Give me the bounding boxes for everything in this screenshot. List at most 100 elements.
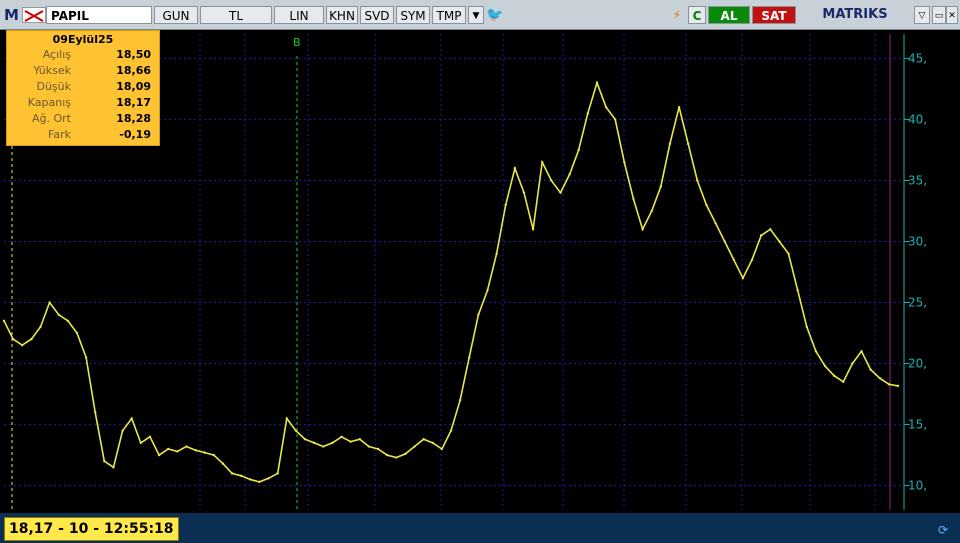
- price-point: [787, 252, 790, 255]
- price-point: [878, 376, 881, 380]
- svd-button[interactable]: SVD: [360, 6, 394, 24]
- info-label: Düşük: [36, 80, 71, 93]
- price-point: [276, 472, 279, 475]
- price-point: [550, 179, 553, 182]
- toolbar: M PAPIL GUN TL LIN KHN SVD SYM TMP ▼ 🐦 ⚡…: [0, 0, 960, 30]
- price-point: [869, 368, 872, 371]
- price-point: [431, 441, 434, 445]
- info-value: 18,50: [116, 48, 151, 61]
- price-point: [823, 364, 827, 368]
- price-point: [541, 160, 544, 164]
- price-point: [659, 185, 663, 188]
- info-row: Ağ. Ort 18,28: [7, 111, 159, 127]
- price-point: [449, 429, 453, 432]
- price-point: [66, 319, 70, 323]
- period-select[interactable]: GUN: [154, 6, 198, 24]
- info-row: Düşük 18,09: [7, 79, 159, 95]
- price-point: [714, 221, 717, 225]
- price-point: [486, 289, 489, 292]
- price-point: [267, 477, 270, 480]
- price-point: [121, 429, 124, 432]
- khn-button[interactable]: KHN: [326, 6, 358, 24]
- price-point: [595, 81, 599, 85]
- tmp-button[interactable]: TMP: [432, 6, 466, 24]
- price-point: [458, 398, 462, 402]
- price-point: [413, 445, 416, 448]
- price-point: [349, 440, 352, 443]
- price-point: [185, 445, 188, 448]
- price-point: [176, 450, 179, 453]
- scale-button[interactable]: LIN: [274, 6, 324, 24]
- price-point: [604, 106, 608, 109]
- price-point: [285, 417, 288, 420]
- price-point: [614, 118, 617, 121]
- info-date: 09Eylül25: [52, 33, 114, 46]
- price-point: [249, 478, 252, 481]
- price-point: [805, 325, 808, 329]
- price-point: [221, 462, 225, 465]
- twitter-icon[interactable]: 🐦: [486, 6, 504, 24]
- info-value: 18,66: [116, 64, 151, 77]
- info-value: -0,19: [119, 128, 151, 141]
- info-label: Kapanış: [27, 96, 71, 109]
- menu-down-icon[interactable]: ▽: [914, 6, 930, 24]
- price-point: [696, 179, 699, 182]
- currency-select[interactable]: TL: [200, 6, 272, 24]
- price-point: [230, 472, 234, 475]
- price-point: [376, 447, 380, 451]
- sym-button[interactable]: SYM: [396, 6, 430, 24]
- price-point: [750, 258, 754, 261]
- price-point: [367, 445, 371, 448]
- price-point: [84, 356, 88, 359]
- price-point: [851, 362, 854, 365]
- price-point: [385, 453, 389, 457]
- flash-icon[interactable]: ⚡: [668, 6, 686, 24]
- price-point: [30, 337, 33, 341]
- price-point: [832, 374, 836, 377]
- price-point: [358, 438, 361, 441]
- dropdown-arrow-icon[interactable]: ▼: [468, 6, 484, 24]
- c-button[interactable]: C: [688, 6, 706, 24]
- price-point: [641, 228, 644, 231]
- info-row: Açılış 18,50: [7, 47, 159, 63]
- close-icon[interactable]: ✕: [946, 6, 958, 24]
- price-point: [2, 319, 6, 323]
- price-point: [94, 411, 97, 414]
- price-point: [668, 142, 672, 146]
- flag-icon[interactable]: [22, 7, 46, 23]
- minimize-icon[interactable]: ▭: [932, 6, 946, 24]
- price-point: [130, 417, 133, 420]
- price-point: [759, 234, 763, 237]
- y-tick-label: 45,: [908, 51, 927, 65]
- price-point: [440, 447, 444, 451]
- sell-button[interactable]: SAT: [752, 6, 796, 24]
- price-point: [322, 445, 325, 448]
- info-label: Fark: [48, 128, 71, 141]
- price-point: [39, 325, 42, 329]
- y-tick-label: 25,: [908, 296, 927, 310]
- price-point: [103, 459, 106, 463]
- price-point: [422, 438, 425, 441]
- info-row: Yüksek 18,66: [7, 63, 159, 79]
- info-panel: 09Eylül25 Açılış 18,50 Yüksek 18,66 Düşük 1…: [6, 30, 160, 146]
- price-point: [203, 451, 206, 454]
- price-point: [258, 480, 261, 484]
- price-point: [577, 148, 580, 152]
- price-point: [239, 474, 243, 478]
- price-point: [11, 337, 15, 341]
- y-tick-label: 40,: [908, 112, 927, 126]
- price-point: [303, 438, 307, 441]
- refresh-icon[interactable]: ⟳: [934, 521, 952, 539]
- price-point: [331, 441, 334, 445]
- buy-button[interactable]: AL: [708, 6, 750, 24]
- price-point: [157, 453, 161, 457]
- price-point: [723, 240, 726, 243]
- price-point: [842, 380, 845, 384]
- brand-label: MATRIKS: [800, 6, 910, 24]
- price-point: [632, 197, 635, 200]
- price-point: [404, 452, 407, 456]
- info-row: Fark -0,19: [7, 127, 159, 143]
- symbol-input[interactable]: PAPIL: [46, 6, 152, 24]
- price-point: [504, 203, 507, 207]
- price-point: [513, 167, 517, 170]
